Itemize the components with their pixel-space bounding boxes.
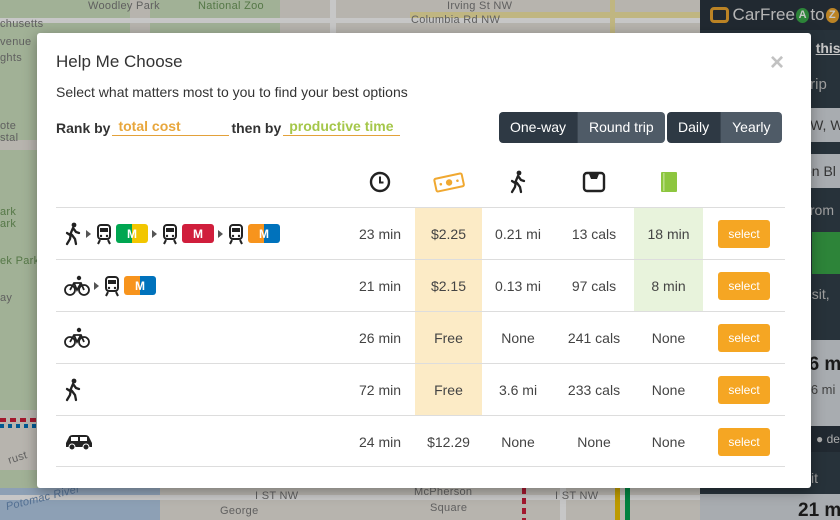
select-button[interactable]: select xyxy=(718,427,770,456)
calories: 97 cals xyxy=(571,277,617,294)
bicycle-icon xyxy=(64,327,90,349)
walk-distance: None xyxy=(501,433,535,450)
walk-distance: 0.21 mi xyxy=(495,225,541,242)
daily-option[interactable]: Daily xyxy=(667,112,721,143)
book-icon[interactable] xyxy=(634,157,703,207)
cost: Free xyxy=(415,312,482,363)
table-row: 26 min Free None 241 cals None select xyxy=(56,311,785,363)
calories: 13 cals xyxy=(571,225,617,242)
metro-line-orange-blue-badge: M xyxy=(248,224,280,243)
bicycle-icon xyxy=(64,275,90,297)
clock-icon[interactable] xyxy=(345,157,415,207)
travel-time: 72 min xyxy=(358,381,402,398)
productive-time: None xyxy=(651,329,686,346)
rank-by-select[interactable]: total cost xyxy=(112,118,230,136)
travel-time: 24 min xyxy=(358,433,402,450)
trip-type-toggle: One-way Round trip xyxy=(499,112,665,143)
help-me-choose-modal: Help Me Choose × Select what matters mos… xyxy=(37,33,811,488)
walk-distance: 3.6 mi xyxy=(498,381,538,398)
train-icon xyxy=(95,222,113,246)
round-trip-option[interactable]: Round trip xyxy=(577,112,665,143)
one-way-option[interactable]: One-way xyxy=(499,112,578,143)
trip-modes: M xyxy=(64,260,156,311)
table-row: M M M 23 min $2.25 0.21 mi 13 cals 18 mi… xyxy=(56,207,785,259)
train-icon xyxy=(161,222,179,246)
scale-icon[interactable] xyxy=(554,157,634,207)
rank-controls: Rank by total cost then by productive ti… xyxy=(56,118,401,136)
trip-modes xyxy=(64,416,94,467)
select-button[interactable]: select xyxy=(718,219,770,248)
select-cell: select xyxy=(703,260,785,311)
table-header xyxy=(56,157,785,207)
options-table: M M M 23 min $2.25 0.21 mi 13 cals 18 mi… xyxy=(56,157,785,467)
walk-distance: 0.13 mi xyxy=(495,277,541,294)
select-button[interactable]: select xyxy=(718,271,770,300)
productive-time: 8 min xyxy=(634,260,703,311)
yearly-option[interactable]: Yearly xyxy=(720,112,782,143)
rank-by-label: Rank by xyxy=(56,120,111,136)
calories: None xyxy=(577,433,611,450)
select-cell: select xyxy=(703,312,785,363)
then-by-select[interactable]: productive time xyxy=(283,118,401,136)
select-button[interactable]: select xyxy=(718,323,770,352)
close-icon[interactable]: × xyxy=(770,51,784,75)
cost: $12.29 xyxy=(427,433,470,450)
arrow-right-icon xyxy=(152,229,157,238)
train-icon xyxy=(103,274,121,298)
cost: $2.15 xyxy=(415,260,482,311)
travel-time: 23 min xyxy=(358,225,402,242)
productive-time: 18 min xyxy=(634,208,703,259)
select-cell: select xyxy=(703,208,785,259)
train-icon xyxy=(227,222,245,246)
metro-line-red-badge: M xyxy=(182,224,214,243)
walking-icon[interactable] xyxy=(482,157,554,207)
walking-icon xyxy=(64,222,82,246)
metro-line-green-yellow-badge: M xyxy=(116,224,148,243)
select-button[interactable]: select xyxy=(718,375,770,404)
table-row: 24 min $12.29 None None None select xyxy=(56,415,785,467)
arrow-right-icon xyxy=(218,229,223,238)
walk-distance: None xyxy=(501,329,535,346)
trip-modes: M M M xyxy=(64,208,280,259)
period-toggle: Daily Yearly xyxy=(667,112,782,143)
money-icon[interactable] xyxy=(415,157,482,207)
cost: $2.25 xyxy=(415,208,482,259)
calories: 233 cals xyxy=(567,381,621,398)
productive-time: None xyxy=(651,381,686,398)
travel-time: 26 min xyxy=(358,329,402,346)
productive-time: None xyxy=(651,433,686,450)
then-by-label: then by xyxy=(231,120,282,136)
walking-icon xyxy=(64,378,82,402)
car-icon xyxy=(64,433,94,451)
trip-modes xyxy=(64,312,90,363)
modal-title: Help Me Choose xyxy=(56,52,183,71)
calories: 241 cals xyxy=(567,329,621,346)
trip-modes xyxy=(64,364,82,415)
travel-time: 21 min xyxy=(358,277,402,294)
table-row: M 21 min $2.15 0.13 mi 97 cals 8 min sel… xyxy=(56,259,785,311)
cost: Free xyxy=(415,364,482,415)
metro-line-orange-blue-badge: M xyxy=(124,276,156,295)
table-row: 72 min Free 3.6 mi 233 cals None select xyxy=(56,363,785,415)
modal-subtitle: Select what matters most to you to find … xyxy=(56,84,408,100)
select-cell: select xyxy=(703,416,785,467)
arrow-right-icon xyxy=(94,281,99,290)
select-cell: select xyxy=(703,364,785,415)
arrow-right-icon xyxy=(86,229,91,238)
